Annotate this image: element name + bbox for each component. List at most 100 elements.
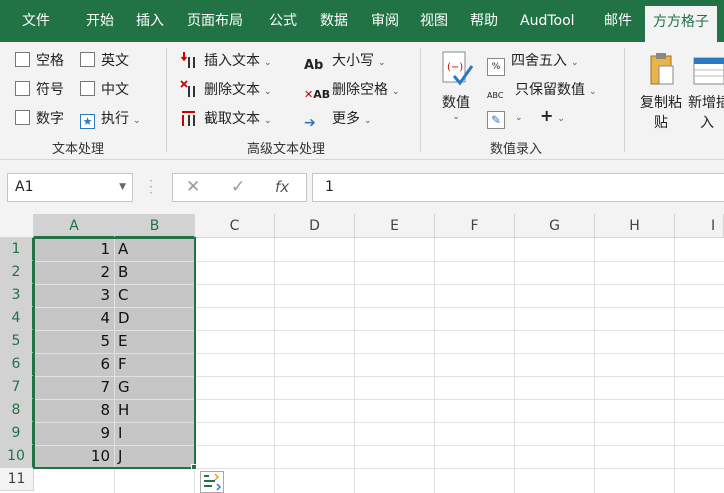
chevron-down-icon: ⌄ xyxy=(133,116,141,126)
insert-function-icon[interactable]: fx xyxy=(275,174,289,201)
delete-spaces-button[interactable]: ✕AB 删除空格 ⌄ xyxy=(304,79,400,106)
select-all-corner[interactable] xyxy=(0,214,34,238)
checkbox-icon xyxy=(15,110,30,125)
plus-button[interactable]: + ⌄ xyxy=(540,106,565,125)
column-header-a[interactable]: A xyxy=(34,214,115,238)
column-header-f[interactable]: F xyxy=(435,214,515,238)
column-header-d[interactable]: D xyxy=(275,214,355,238)
drag-handle-icon[interactable]: · · · xyxy=(149,175,153,199)
execute-button[interactable]: ★ 执行 ⌄ xyxy=(80,108,141,129)
chevron-down-icon: ⌄ xyxy=(557,114,565,124)
row-header[interactable]: 5 xyxy=(0,330,34,353)
copy-paste-button[interactable]: 复制粘 贴 xyxy=(636,50,686,132)
fill-handle[interactable] xyxy=(191,464,197,470)
group-label-text-processing: 文本处理 xyxy=(52,142,105,157)
svg-text:(−): (−) xyxy=(447,62,463,73)
chevron-down-icon: ⌄ xyxy=(378,58,386,68)
row-header[interactable]: 10 xyxy=(0,445,34,468)
chevron-down-icon: ⌄ xyxy=(364,116,372,126)
new-insert-button[interactable]: 新增插 入 xyxy=(688,50,724,132)
arrow-right-icon: ➔ xyxy=(304,115,316,131)
tab-review[interactable]: 审阅 xyxy=(371,0,399,42)
quick-analysis-icon xyxy=(204,473,222,491)
clipboard-icon xyxy=(650,53,674,85)
round-button[interactable]: % 四舍五入 ⌄ xyxy=(487,50,579,76)
tab-view[interactable]: 视图 xyxy=(420,0,448,42)
row-header[interactable]: 4 xyxy=(0,307,34,330)
checkbox-icon xyxy=(80,52,95,67)
checkbox-icon xyxy=(15,81,30,96)
name-box[interactable]: A1 ▼ xyxy=(7,173,133,202)
column-header-g[interactable]: G xyxy=(515,214,595,238)
tab-help[interactable]: 帮助 xyxy=(470,0,498,42)
ribbon-tab-bar: 文件 开始 插入 页面布局 公式 数据 审阅 视图 帮助 AudTool 邮件 … xyxy=(0,0,724,42)
quick-analysis-button[interactable] xyxy=(200,471,224,493)
row-header[interactable]: 1 xyxy=(0,238,34,261)
worksheet-grid[interactable]: A B C D E F G H I 1 2 3 4 5 6 7 8 9 10 1… xyxy=(0,214,724,493)
edit-button[interactable]: ✎ ⌄ xyxy=(487,108,523,129)
row-header[interactable]: 3 xyxy=(0,284,34,307)
chevron-down-icon[interactable]: ▼ xyxy=(119,174,126,201)
chevron-down-icon: ⌄ xyxy=(392,87,400,97)
tab-audtool[interactable]: AudTool xyxy=(520,0,575,42)
chevron-down-icon: ⌄ xyxy=(571,58,579,68)
row-header[interactable]: 9 xyxy=(0,422,34,445)
confirm-icon[interactable]: ✓ xyxy=(231,174,245,201)
chevron-down-icon: ⌄ xyxy=(264,87,272,97)
row-header[interactable]: 6 xyxy=(0,353,34,376)
edit-icon: ✎ xyxy=(487,111,505,129)
checkbox-icon xyxy=(15,52,30,67)
formula-input[interactable]: 1 xyxy=(312,173,724,202)
case-icon: Ab xyxy=(304,58,324,73)
insert-text-icon xyxy=(180,52,195,68)
tab-home[interactable]: 开始 xyxy=(86,0,114,42)
row-header[interactable]: 11 xyxy=(0,468,34,491)
column-header-i[interactable]: I xyxy=(675,214,724,238)
tab-data[interactable]: 数据 xyxy=(320,0,348,42)
checkbox-number[interactable]: 数字 xyxy=(15,108,64,128)
delete-text-icon xyxy=(180,80,195,97)
checkbox-english[interactable]: 英文 xyxy=(80,50,129,70)
tab-page-layout[interactable]: 页面布局 xyxy=(187,0,243,42)
checkbox-chinese[interactable]: 中文 xyxy=(80,79,129,99)
group-divider xyxy=(166,48,167,152)
row-header[interactable]: 8 xyxy=(0,399,34,422)
value-icon: (−) xyxy=(442,51,474,86)
row-header[interactable]: 2 xyxy=(0,261,34,284)
tab-file[interactable]: 文件 xyxy=(22,0,50,42)
group-label-numeric-input: 数值录入 xyxy=(490,142,543,157)
insert-text-button[interactable]: 插入文本 ⌄ xyxy=(180,50,272,70)
keep-value-button[interactable]: ABC 只保留数值 ⌄ xyxy=(487,79,597,109)
tab-mail[interactable]: 邮件 xyxy=(604,0,632,42)
chevron-down-icon: ⌄ xyxy=(589,87,597,97)
column-header-h[interactable]: H xyxy=(595,214,675,238)
chevron-down-icon: ⌄ xyxy=(264,58,272,68)
column-header-b[interactable]: B xyxy=(115,214,195,238)
chevron-down-icon: ⌄ xyxy=(515,113,523,123)
value-button[interactable]: (−) 数值 ⌄ xyxy=(436,50,476,122)
column-header-c[interactable]: C xyxy=(195,214,275,238)
extract-text-button[interactable]: 截取文本 ⌄ xyxy=(180,108,272,128)
more-button[interactable]: ➔ 更多 ⌄ xyxy=(304,108,372,133)
selection-border xyxy=(33,237,196,469)
delete-spaces-icon: ✕AB xyxy=(304,88,331,101)
checkbox-symbol[interactable]: 符号 xyxy=(15,79,64,99)
checkbox-space[interactable]: 空格 xyxy=(15,50,64,70)
cancel-icon[interactable]: ✕ xyxy=(186,174,200,201)
column-header-e[interactable]: E xyxy=(355,214,435,238)
delete-text-button[interactable]: 删除文本 ⌄ xyxy=(180,79,272,99)
chevron-down-icon: ⌄ xyxy=(452,112,460,122)
row-header[interactable]: 7 xyxy=(0,376,34,399)
case-button[interactable]: Ab 大小写 ⌄ xyxy=(304,50,386,76)
table-insert-icon xyxy=(693,57,724,85)
ribbon: 空格 英文 符号 中文 数字 ★ 执行 ⌄ 文本处理 插入文本 ⌄ 删除文本 ⌄ 截取文… xyxy=(0,42,724,160)
formula-bar: A1 ▼ · · · ✕ ✓ fx 1 xyxy=(0,160,724,214)
group-divider xyxy=(624,48,625,152)
star-icon: ★ xyxy=(80,114,95,129)
abc-icon: ABC xyxy=(487,91,504,100)
group-divider xyxy=(420,48,421,152)
chevron-down-icon: ⌄ xyxy=(264,116,272,126)
tab-fangfanggezi[interactable]: 方方格子 xyxy=(645,6,717,42)
tab-formulas[interactable]: 公式 xyxy=(269,0,297,42)
tab-insert[interactable]: 插入 xyxy=(136,0,164,42)
